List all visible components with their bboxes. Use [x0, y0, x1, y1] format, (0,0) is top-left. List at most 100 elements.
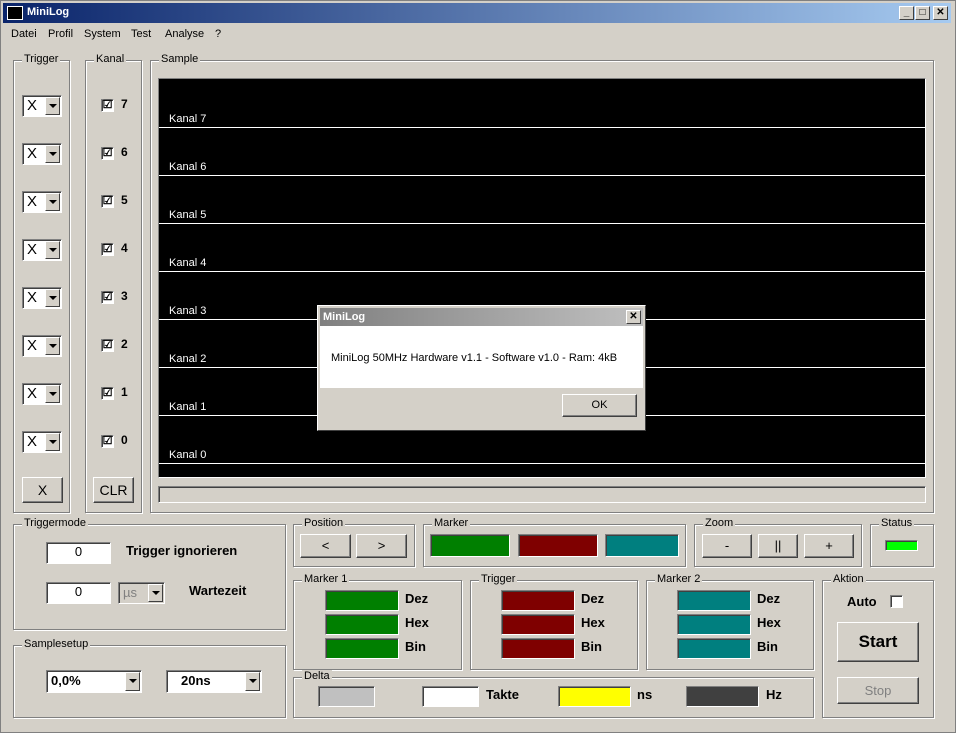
- chevron-down-icon: [45, 241, 60, 259]
- status-label: Status: [879, 517, 915, 529]
- chevron-down-icon: [125, 672, 140, 691]
- wait-unit-select[interactable]: µs: [118, 582, 165, 604]
- menu-help[interactable]: ?: [215, 28, 221, 40]
- trigger-select-0[interactable]: X: [22, 431, 62, 453]
- trigger-select-1[interactable]: X: [22, 383, 62, 405]
- lane-row: Kanal 6: [159, 127, 925, 176]
- marker2-row-label: Dez: [757, 591, 781, 606]
- dialog-title-bar: MiniLog ✕: [320, 308, 643, 326]
- start-button[interactable]: Start: [837, 622, 919, 662]
- trigger-select-value: X: [27, 241, 38, 258]
- pretrigger-value: 0,0%: [51, 673, 81, 688]
- maximize-button[interactable]: □: [915, 6, 930, 20]
- position-left-button[interactable]: <: [300, 534, 351, 558]
- samplesetup-label: Samplesetup: [22, 638, 91, 650]
- lane-label: Kanal 0: [169, 449, 207, 461]
- marker1-row-label: Bin: [405, 639, 426, 654]
- kanal-checkbox-2[interactable]: ☑: [101, 339, 114, 352]
- sample-rate-select[interactable]: 20ns: [166, 670, 262, 693]
- trigger-select-5[interactable]: X: [22, 191, 62, 213]
- sample-rate-value: 20ns: [181, 673, 211, 688]
- position-label: Position: [302, 517, 346, 529]
- wait-time-input[interactable]: 0: [46, 582, 111, 604]
- kanal-checkbox-label: 4: [121, 241, 128, 255]
- trigger-clear-button[interactable]: X: [22, 477, 63, 503]
- kanal-checkbox-4[interactable]: ☑: [101, 243, 114, 256]
- zoom-label: Zoom: [703, 517, 736, 529]
- trigger-select-3[interactable]: X: [22, 287, 62, 309]
- triggerinfo-row-label: Dez: [581, 591, 605, 606]
- chevron-down-icon: [45, 97, 60, 115]
- menu-profil[interactable]: Profil: [48, 28, 73, 40]
- chevron-down-icon: [45, 145, 60, 163]
- menu-test[interactable]: Test: [131, 28, 151, 40]
- about-dialog: MiniLog ✕ MiniLog 50MHz Hardware v1.1 - …: [317, 305, 646, 431]
- kanal-checkbox-6[interactable]: ☑: [101, 147, 114, 160]
- delta-ns-label: ns: [637, 687, 653, 702]
- trigger-ignore-input[interactable]: 0: [46, 542, 111, 564]
- menu-analyse[interactable]: Analyse: [165, 28, 204, 40]
- menu-datei[interactable]: Datei: [11, 28, 37, 40]
- stop-button[interactable]: Stop: [837, 677, 919, 704]
- kanal-checkbox-5[interactable]: ☑: [101, 195, 114, 208]
- window-title: MiniLog: [27, 6, 70, 18]
- lane-label: Kanal 3: [169, 305, 207, 317]
- minimize-button[interactable]: _: [899, 6, 914, 20]
- marker1-row-label: Hex: [405, 615, 429, 630]
- delta-takte-label: Takte: [486, 687, 519, 702]
- dialog-message: MiniLog 50MHz Hardware v1.1 - Software v…: [331, 352, 618, 364]
- chevron-down-icon: [148, 584, 163, 602]
- lane-label: Kanal 1: [169, 401, 207, 413]
- marker-label: Marker: [432, 517, 471, 529]
- zoom-out-button[interactable]: -: [702, 534, 752, 558]
- kanal-checkbox-0[interactable]: ☑: [101, 435, 114, 448]
- triggerinfo-row-label: Bin: [581, 639, 602, 654]
- delta-label: Delta: [302, 670, 332, 682]
- zoom-in-button[interactable]: +: [804, 534, 854, 558]
- trigger-select-7[interactable]: X: [22, 95, 62, 117]
- marker2-select[interactable]: [605, 534, 679, 557]
- kanal-checkbox-label: 0: [121, 433, 128, 447]
- trigger-marker-select[interactable]: [518, 534, 598, 557]
- dialog-ok-button[interactable]: OK: [562, 394, 637, 417]
- trigger-select-6[interactable]: X: [22, 143, 62, 165]
- lane-label: Kanal 4: [169, 257, 207, 269]
- kanal-checkbox-1[interactable]: ☑: [101, 387, 114, 400]
- kanal-checkbox-7[interactable]: ☑: [101, 99, 114, 112]
- kanal-checkbox-label: 6: [121, 145, 128, 159]
- trigger-select-4[interactable]: X: [22, 239, 62, 261]
- trigger-select-value: X: [27, 97, 38, 114]
- menu-system[interactable]: System: [84, 28, 121, 40]
- trigger-select-2[interactable]: X: [22, 335, 62, 357]
- marker1-row-label: Dez: [405, 591, 429, 606]
- auto-checkbox[interactable]: [890, 595, 903, 608]
- marker1-hex-field: [325, 614, 399, 635]
- marker2-row-label: Bin: [757, 639, 778, 654]
- sample-scrollbar[interactable]: [158, 486, 926, 503]
- zoom-reset-button[interactable]: ||: [758, 534, 798, 558]
- chevron-down-icon: [45, 337, 60, 355]
- lane-row: Kanal 4: [159, 223, 925, 272]
- pretrigger-select[interactable]: 0,0%: [46, 670, 142, 693]
- trigger-group-label: Trigger: [22, 53, 61, 65]
- title-bar: MiniLog _ □ ✕: [3, 3, 951, 23]
- chevron-down-icon: [245, 672, 260, 691]
- kanal-checkbox-3[interactable]: ☑: [101, 291, 114, 304]
- marker2-row-label: Hex: [757, 615, 781, 630]
- lane-label: Kanal 2: [169, 353, 207, 365]
- dialog-close-button[interactable]: ✕: [626, 310, 641, 324]
- lane-row: Kanal 7: [159, 79, 925, 128]
- kanal-checkbox-label: 1: [121, 385, 128, 399]
- kanal-checkbox-label: 2: [121, 337, 128, 351]
- position-right-button[interactable]: >: [356, 534, 407, 558]
- kanal-clr-button[interactable]: CLR: [93, 477, 134, 503]
- dialog-body: MiniLog 50MHz Hardware v1.1 - Software v…: [320, 326, 643, 388]
- lane-row: Kanal 5: [159, 175, 925, 224]
- sample-group-label: Sample: [159, 53, 201, 65]
- marker2-bin-field: [677, 638, 751, 659]
- marker1-label: Marker 1: [302, 573, 350, 585]
- marker1-select[interactable]: [430, 534, 510, 557]
- delta-marker-field: [318, 686, 375, 707]
- main-window: MiniLog _ □ ✕ Datei Profil System Test A…: [0, 0, 956, 733]
- close-button[interactable]: ✕: [933, 6, 948, 20]
